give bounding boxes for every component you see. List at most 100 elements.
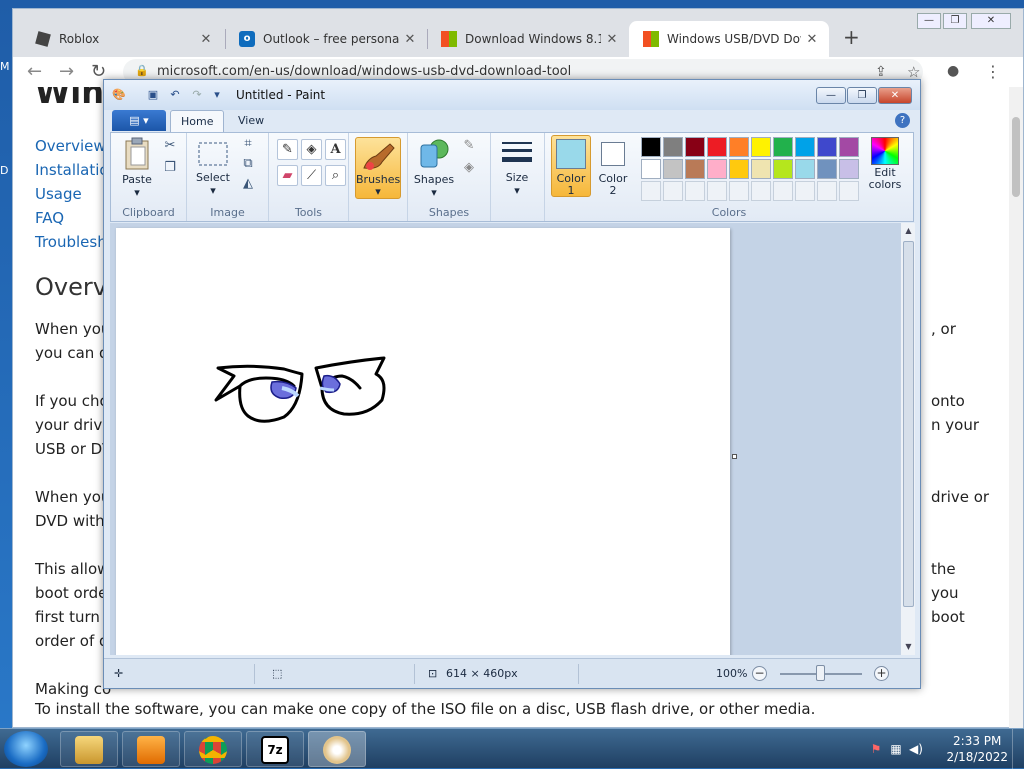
- minimize-button[interactable]: —: [917, 13, 941, 29]
- tab-roblox[interactable]: Roblox ✕: [21, 21, 223, 57]
- palette-swatch[interactable]: [663, 159, 683, 179]
- custom-color-slot[interactable]: [839, 181, 859, 201]
- tab-windows-usb-dvd[interactable]: Windows USB/DVD Dowr ✕: [629, 21, 829, 57]
- pencil-icon[interactable]: ✎: [277, 139, 298, 160]
- fill-shape-icon[interactable]: ◈: [460, 159, 478, 177]
- palette-swatch[interactable]: [839, 159, 859, 179]
- brushes-button[interactable]: Brushes ▾: [355, 137, 401, 199]
- magnifier-icon[interactable]: ⌕: [325, 165, 346, 186]
- text-icon[interactable]: A: [325, 139, 346, 160]
- taskbar-media-player[interactable]: [122, 731, 180, 767]
- save-icon[interactable]: ▣: [146, 88, 160, 102]
- palette-swatch[interactable]: [817, 137, 837, 157]
- nav-link-overview[interactable]: Overview: [35, 137, 106, 155]
- paint-close-button[interactable]: ✕: [878, 87, 912, 104]
- undo-icon[interactable]: ↶: [168, 88, 182, 102]
- taskbar-paint[interactable]: [308, 731, 366, 767]
- palette-swatch[interactable]: [795, 159, 815, 179]
- color-picker-icon[interactable]: ⟋: [301, 165, 322, 186]
- paste-button[interactable]: Paste ▾: [117, 137, 157, 199]
- scroll-up-icon[interactable]: ▲: [901, 223, 916, 239]
- custom-color-slot[interactable]: [817, 181, 837, 201]
- zoom-slider-thumb[interactable]: [816, 665, 825, 681]
- tab-view[interactable]: View: [228, 110, 274, 132]
- palette-swatch[interactable]: [839, 137, 859, 157]
- custom-color-slot[interactable]: [751, 181, 771, 201]
- color2-button[interactable]: Color 2: [593, 135, 633, 197]
- help-icon[interactable]: ?: [895, 113, 910, 128]
- show-desktop-button[interactable]: [1012, 729, 1024, 769]
- palette-swatch[interactable]: [751, 137, 771, 157]
- resize-icon[interactable]: ⧉: [239, 155, 257, 173]
- palette-swatch[interactable]: [795, 137, 815, 157]
- close-icon[interactable]: ✕: [199, 32, 213, 47]
- shapes-button[interactable]: Shapes ▾: [412, 137, 456, 199]
- palette-swatch[interactable]: [729, 159, 749, 179]
- cut-icon[interactable]: ✂: [161, 137, 179, 155]
- palette-swatch[interactable]: [817, 159, 837, 179]
- custom-color-slot[interactable]: [729, 181, 749, 201]
- customize-quick-access-icon[interactable]: ▾: [210, 88, 224, 102]
- custom-color-slot[interactable]: [773, 181, 793, 201]
- paint-title-bar[interactable]: 🎨 ▣ ↶ ↷ ▾ Untitled - Paint — ❐ ✕: [104, 80, 920, 110]
- taskbar-7zip[interactable]: 7z: [246, 731, 304, 767]
- nav-link-faq[interactable]: FAQ: [35, 209, 64, 227]
- rotate-icon[interactable]: ◭: [239, 175, 257, 193]
- scroll-thumb[interactable]: [903, 241, 914, 607]
- eraser-icon[interactable]: ▰: [277, 165, 298, 186]
- edit-colors-button[interactable]: Edit colors: [863, 137, 907, 191]
- start-button[interactable]: [4, 731, 48, 767]
- canvas-scrollbar[interactable]: ▲ ▼: [900, 223, 915, 655]
- palette-swatch[interactable]: [729, 137, 749, 157]
- share-icon[interactable]: ⇪: [875, 64, 887, 80]
- canvas-resize-handle[interactable]: [732, 454, 737, 459]
- network-icon[interactable]: ▦: [888, 741, 904, 757]
- paint-menu-button[interactable]: ▤ ▾: [112, 110, 166, 131]
- paint-minimize-button[interactable]: —: [816, 87, 846, 104]
- menu-icon[interactable]: ⋮: [985, 62, 1001, 81]
- palette-swatch[interactable]: [707, 159, 727, 179]
- outline-icon[interactable]: ✎: [460, 137, 478, 155]
- forward-icon[interactable]: →: [59, 61, 74, 82]
- custom-color-slot[interactable]: [795, 181, 815, 201]
- clock[interactable]: 2:33 PM 2/18/2022: [946, 733, 1008, 765]
- copy-icon[interactable]: ❐: [161, 159, 179, 177]
- close-icon[interactable]: ✕: [605, 32, 619, 47]
- palette-swatch[interactable]: [707, 137, 727, 157]
- palette-swatch[interactable]: [641, 137, 661, 157]
- close-button[interactable]: ✕: [971, 13, 1011, 29]
- tab-download-windows[interactable]: Download Windows 8.1 D ✕: [427, 21, 629, 57]
- custom-color-slot[interactable]: [707, 181, 727, 201]
- select-button[interactable]: Select ▾: [193, 139, 233, 197]
- custom-color-slot[interactable]: [641, 181, 661, 201]
- zoom-in-button[interactable]: +: [874, 666, 889, 681]
- size-button[interactable]: Size ▾: [497, 139, 537, 197]
- tab-home[interactable]: Home: [170, 110, 225, 132]
- new-tab-button[interactable]: +: [843, 25, 860, 49]
- taskbar-chrome[interactable]: [184, 731, 242, 767]
- drawing-canvas[interactable]: [116, 228, 730, 655]
- nav-link-usage[interactable]: Usage: [35, 185, 82, 203]
- palette-swatch[interactable]: [685, 159, 705, 179]
- profile-icon[interactable]: ●: [947, 63, 959, 79]
- scroll-down-icon[interactable]: ▼: [901, 639, 916, 655]
- scroll-thumb[interactable]: [1012, 117, 1020, 197]
- palette-swatch[interactable]: [773, 159, 793, 179]
- redo-icon[interactable]: ↷: [190, 88, 204, 102]
- custom-color-slot[interactable]: [685, 181, 705, 201]
- volume-icon[interactable]: ◀): [908, 741, 924, 757]
- palette-swatch[interactable]: [773, 137, 793, 157]
- close-icon[interactable]: ✕: [805, 32, 819, 47]
- fill-icon[interactable]: ◈: [301, 139, 322, 160]
- back-icon[interactable]: ←: [27, 61, 42, 82]
- taskbar-explorer[interactable]: [60, 731, 118, 767]
- palette-swatch[interactable]: [663, 137, 683, 157]
- page-scrollbar[interactable]: [1009, 87, 1023, 729]
- custom-color-slot[interactable]: [663, 181, 683, 201]
- restore-button[interactable]: ❐: [943, 13, 967, 29]
- close-icon[interactable]: ✕: [403, 32, 417, 47]
- palette-swatch[interactable]: [751, 159, 771, 179]
- color1-button[interactable]: Color 1: [551, 135, 591, 197]
- action-center-icon[interactable]: ⚑: [868, 741, 884, 757]
- tab-outlook[interactable]: o Outlook – free personal e ✕: [225, 21, 427, 57]
